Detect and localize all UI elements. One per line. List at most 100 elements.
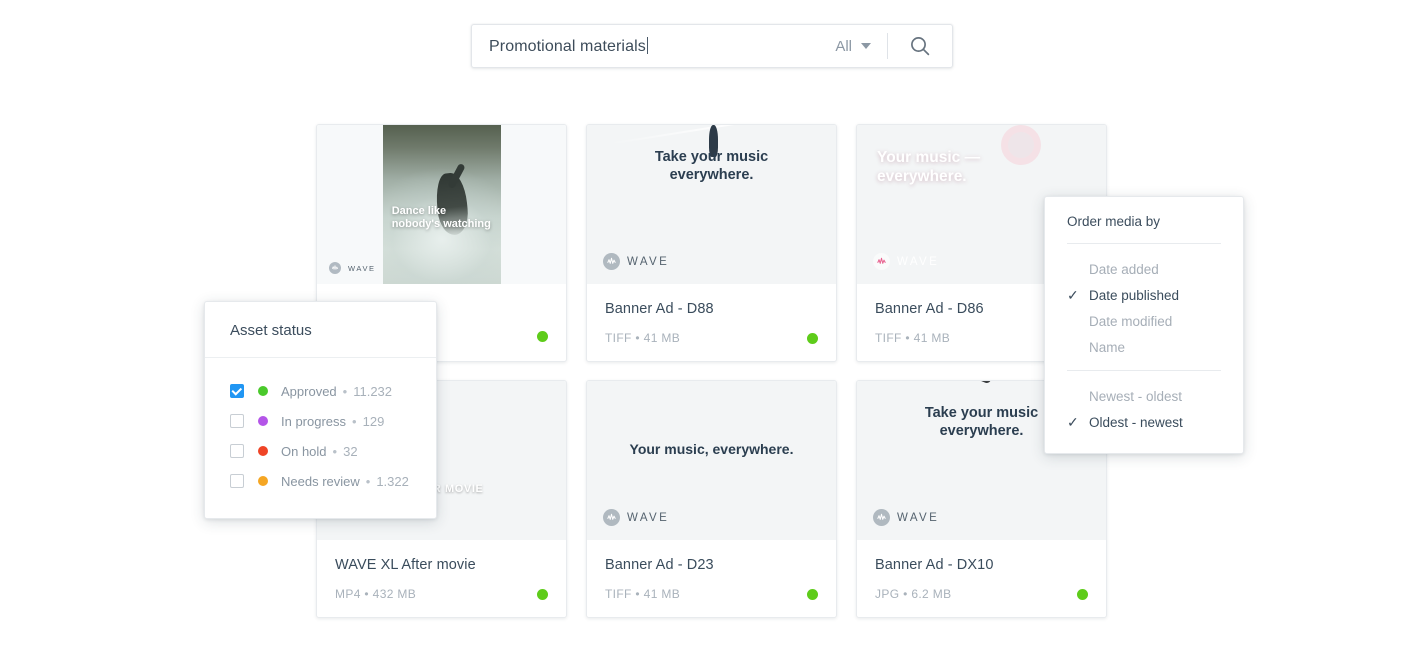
asset-status-panel[interactable]: Asset status Approved • 11.232 In progre…: [204, 301, 437, 519]
media-card-format-size: TIFF • 41 MB: [605, 587, 680, 601]
order-media-option-date-modified[interactable]: Date modified: [1045, 308, 1243, 334]
status-color-dot: [258, 386, 268, 396]
media-card-title: Banner Ad - D23: [605, 557, 714, 573]
order-media-option-date-added[interactable]: Date added: [1045, 256, 1243, 282]
media-card-format-size: TIFF • 41 MB: [875, 331, 950, 345]
asset-status-option-approved[interactable]: Approved • 11.232: [205, 376, 436, 406]
order-media-option-name[interactable]: Name: [1045, 334, 1243, 360]
status-badge: [1077, 588, 1088, 600]
wave-wordmark: WAVE: [627, 511, 670, 524]
media-format: TIFF: [605, 331, 632, 345]
order-media-option-newest-oldest[interactable]: Newest - oldest: [1045, 383, 1243, 409]
media-size: 41 MB: [643, 587, 681, 601]
media-card-body: Banner Ad - D88 TIFF • 41 MB: [587, 284, 836, 361]
meta-separator: •: [635, 331, 640, 345]
wave-mark-icon: [603, 509, 620, 526]
search-bar[interactable]: Promotional materials All: [471, 24, 953, 68]
asset-status-count: 129: [362, 413, 385, 429]
media-thumbnail[interactable]: Your music, everywhere. WAVE: [587, 381, 836, 540]
asset-status-count: 1.322: [376, 473, 409, 489]
asset-status-list: Approved • 11.232 In progress • 129 On h…: [205, 358, 436, 518]
text-caret: [646, 36, 648, 54]
media-format: JPG: [875, 587, 900, 601]
media-card-body: Banner Ad - DX10 JPG • 6.2 MB: [857, 540, 1106, 617]
asset-status-title: Asset status: [205, 302, 436, 358]
order-media-label: Date published: [1089, 287, 1180, 303]
thumbnail-headline: Take your music everywhere.: [654, 149, 769, 183]
thumbnail-headline: Your music, everywhere.: [629, 441, 794, 457]
media-size: 41 MB: [913, 331, 951, 345]
asset-status-option-in-progress[interactable]: In progress • 129: [205, 406, 436, 436]
wave-wordmark: WAVE: [897, 255, 940, 268]
order-media-panel[interactable]: Order media by Date added ✓ Date publish…: [1044, 196, 1244, 454]
search-scope-label: All: [835, 37, 852, 55]
meta-separator: •: [342, 383, 348, 399]
wave-wordmark: WAVE: [348, 263, 376, 273]
media-size: 432 MB: [372, 587, 417, 601]
search-input-value: Promotional materials: [489, 37, 646, 55]
order-media-fields-group: Date added ✓ Date published Date modifie…: [1045, 244, 1243, 370]
order-media-title: Order media by: [1067, 214, 1161, 229]
asset-status-option-on-hold[interactable]: On hold • 32: [205, 436, 436, 466]
media-card[interactable]: Take your music everywhere. WAVE Banner …: [586, 124, 837, 362]
media-card-meta: TIFF • 41 MB: [605, 587, 818, 601]
search-icon: [911, 37, 930, 56]
status-color-dot: [258, 446, 268, 456]
search-button[interactable]: [888, 25, 952, 67]
media-card-title: WAVE XL After movie: [335, 557, 476, 573]
meta-separator: •: [903, 587, 908, 601]
chevron-down-icon: [861, 43, 871, 49]
media-card-format-size: MP4 • 432 MB: [335, 587, 416, 601]
media-card-format-size: TIFF • 41 MB: [605, 331, 680, 345]
asset-status-label: In progress: [281, 413, 347, 429]
meta-separator: •: [905, 331, 910, 345]
media-format: TIFF: [875, 331, 902, 345]
thumbnail-headline: Dance like nobody's watching: [391, 204, 491, 230]
checkbox[interactable]: [230, 384, 244, 398]
status-badge: [537, 331, 548, 342]
wave-logo: WAVE: [329, 262, 376, 274]
status-badge: [807, 332, 818, 344]
media-size: 6.2 MB: [911, 587, 952, 601]
order-media-label: Date modified: [1089, 313, 1173, 329]
media-card-title: Banner Ad - DX10: [875, 557, 994, 573]
thumbnail-headline: Your music — everywhere.: [877, 149, 981, 185]
status-badge: [807, 588, 818, 600]
wave-wordmark: WAVE: [627, 255, 670, 268]
asset-status-label: Approved: [281, 383, 337, 399]
media-card-body: WAVE XL After movie MP4 • 432 MB: [317, 540, 566, 617]
media-size: 41 MB: [643, 331, 681, 345]
order-media-direction-group: Newest - oldest ✓ Oldest - newest: [1045, 371, 1243, 453]
order-media-option-oldest-newest[interactable]: ✓ Oldest - newest: [1045, 409, 1243, 435]
wave-wordmark: WAVE: [897, 511, 940, 524]
meta-separator: •: [635, 587, 640, 601]
media-thumbnail[interactable]: Dance like nobody's watching WAVE: [317, 125, 566, 284]
checkbox[interactable]: [230, 474, 244, 488]
asset-status-count: 32: [343, 443, 358, 459]
status-badge: [537, 588, 548, 600]
order-media-label: Newest - oldest: [1089, 388, 1183, 404]
media-card-format-size: JPG • 6.2 MB: [875, 587, 951, 601]
search-input[interactable]: Promotional materials: [472, 25, 825, 67]
meta-separator: •: [364, 587, 369, 601]
check-icon: ✓: [1067, 414, 1079, 430]
wave-logo: WAVE: [603, 509, 669, 526]
wave-mark-icon: [873, 509, 890, 526]
asset-status-label: On hold: [281, 443, 327, 459]
search-scope-dropdown[interactable]: All: [825, 25, 887, 67]
media-card-meta: TIFF • 41 MB: [605, 331, 818, 345]
media-card[interactable]: Your music, everywhere. WAVE Banner Ad -…: [586, 380, 837, 618]
asset-status-option-needs-review[interactable]: Needs review • 1.322: [205, 466, 436, 496]
checkbox[interactable]: [230, 444, 244, 458]
wave-mark-icon: [329, 262, 341, 274]
wave-mark-icon: [603, 253, 620, 270]
media-thumbnail[interactable]: Take your music everywhere. WAVE: [587, 125, 836, 284]
media-format: TIFF: [605, 587, 632, 601]
check-icon: ✓: [1067, 287, 1079, 303]
meta-separator: •: [332, 443, 338, 459]
wave-logo: WAVE: [873, 509, 939, 526]
media-card-meta: MP4 • 432 MB: [335, 587, 548, 601]
asset-status-label: Needs review: [281, 473, 360, 489]
checkbox[interactable]: [230, 414, 244, 428]
order-media-option-date-published[interactable]: ✓ Date published: [1045, 282, 1243, 308]
